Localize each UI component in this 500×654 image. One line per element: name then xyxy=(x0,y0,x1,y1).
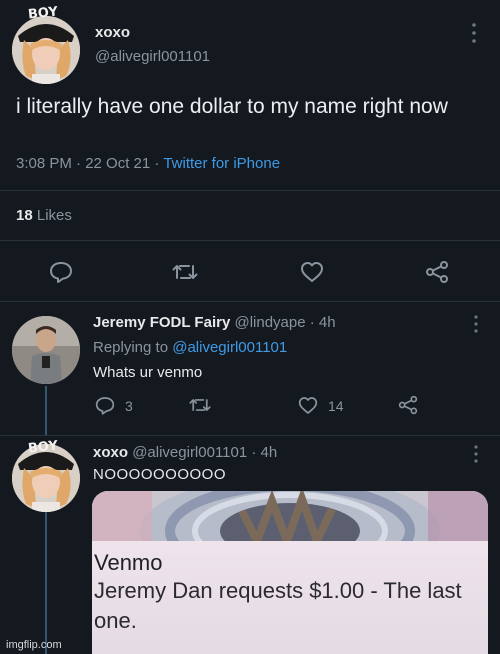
avatar-xoxo[interactable] xyxy=(12,16,80,84)
reply1-like-count: 14 xyxy=(328,398,344,414)
replying-prefix: Replying to xyxy=(93,339,169,356)
reply1-display-name[interactable]: Jeremy FODL Fairy xyxy=(93,314,230,331)
reply1-age: · 4h xyxy=(309,314,336,331)
more-dots-icon[interactable] xyxy=(470,22,478,44)
thread-line xyxy=(45,386,47,436)
likes-count: 18 xyxy=(16,207,33,224)
retweet-icon[interactable] xyxy=(189,396,211,414)
reply1-text: Whats ur venmo xyxy=(93,364,203,381)
venmo-title: Venmo xyxy=(94,550,163,575)
reply1-reply-count: 3 xyxy=(125,398,133,414)
reply2-age: · 4h xyxy=(251,444,278,461)
reply-icon[interactable] xyxy=(49,261,73,283)
attached-image[interactable]: Venmo Jeremy Dan requests $1.00 - The la… xyxy=(92,491,488,654)
divider xyxy=(0,301,500,302)
tweet-likes[interactable]: 18 Likes xyxy=(16,207,72,224)
reply2-header: xoxo @alivegirl001101 · 4h xyxy=(93,444,277,461)
reply2-display-name[interactable]: xoxo xyxy=(93,444,128,461)
share-icon[interactable] xyxy=(425,260,449,284)
more-dots-icon[interactable] xyxy=(472,314,480,334)
tweet-display-name[interactable]: xoxo xyxy=(95,24,130,41)
avatar-jeremy[interactable] xyxy=(12,316,80,384)
venmo-request-text: Jeremy Dan requests $1.00 - The last one… xyxy=(94,578,462,633)
reply1-handle[interactable]: @lindyape xyxy=(234,314,305,331)
more-dots-icon[interactable] xyxy=(472,444,480,464)
retweet-icon[interactable] xyxy=(172,262,198,282)
divider xyxy=(0,240,500,241)
share-icon[interactable] xyxy=(398,395,418,415)
reply2-handle[interactable]: @alivegirl001101 xyxy=(132,444,247,461)
tweet-timestamp: 3:08 PM · 22 Oct 21 · Twitter for iPhone xyxy=(16,155,280,172)
reply2-text: NOOOOOOOOOO xyxy=(93,466,227,483)
tweet-text: i literally have one dollar to my name r… xyxy=(16,95,448,118)
avatar-cap-text: BOY xyxy=(27,4,59,23)
avatar-cap-text: BOY xyxy=(27,438,59,457)
heart-icon[interactable] xyxy=(298,396,318,415)
thread-line xyxy=(45,512,47,654)
reply1-replying-to: Replying to @alivegirl001101 xyxy=(93,339,287,356)
replying-handle[interactable]: @alivegirl001101 xyxy=(172,339,287,356)
divider xyxy=(0,190,500,191)
tweet-time: 3:08 PM · 22 Oct 21 · xyxy=(16,155,160,172)
reply1-header: Jeremy FODL Fairy @lindyape · 4h xyxy=(93,314,336,331)
likes-label: Likes xyxy=(36,207,72,224)
tweet-source[interactable]: Twitter for iPhone xyxy=(163,155,280,172)
divider xyxy=(0,435,500,436)
tweet-handle[interactable]: @alivegirl001101 xyxy=(95,48,210,65)
reply-icon[interactable] xyxy=(95,396,115,415)
heart-icon[interactable] xyxy=(300,261,324,283)
watermark: imgflip.com xyxy=(6,639,62,651)
